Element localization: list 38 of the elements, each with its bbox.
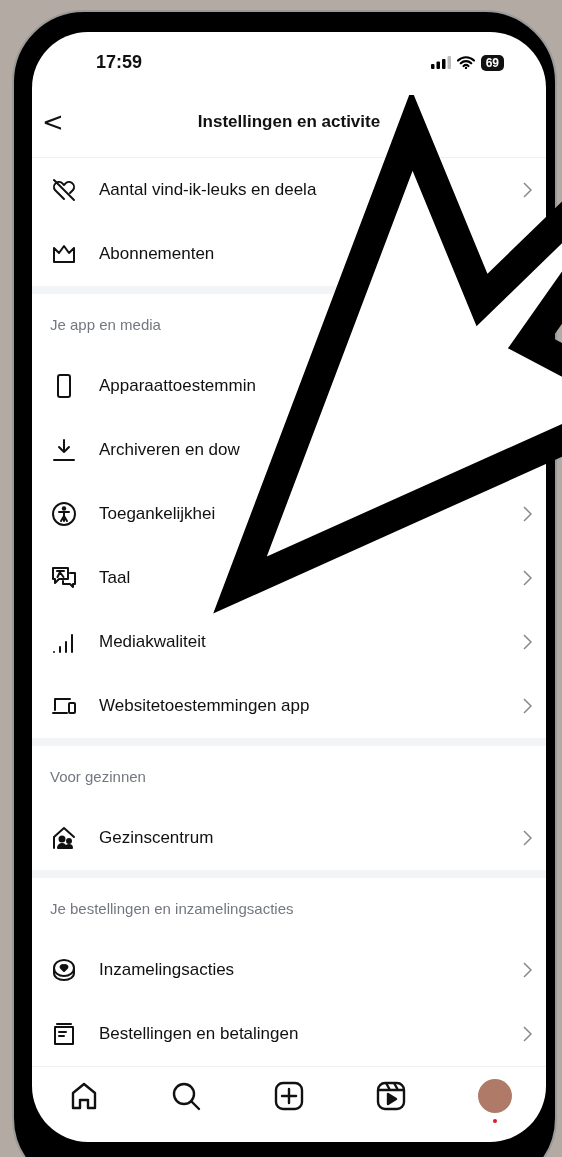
fundraiser-icon (50, 956, 78, 984)
add-post-icon[interactable] (273, 1081, 304, 1111)
back-button[interactable]: < (36, 107, 70, 137)
home-icon[interactable] (69, 1081, 99, 1111)
accessibility-icon (50, 500, 78, 528)
page-title: Instellingen en activite (197, 112, 381, 132)
settings-item[interactable]: Websitetoestemmingen app (99, 696, 310, 715)
chevron-right-icon (523, 182, 532, 198)
settings-item[interactable]: Apparaattoestemmin (99, 376, 256, 395)
battery-level: 69 (480, 54, 504, 71)
reels-icon[interactable] (375, 1081, 406, 1111)
settings-item[interactable]: Mediakwaliteit (99, 632, 206, 651)
chevron-right-icon (523, 962, 532, 978)
settings-item[interactable]: Taal (99, 568, 131, 587)
section-heading: Je app en media (50, 315, 161, 333)
settings-item[interactable]: Abonnementen (99, 244, 215, 263)
wifi-icon (456, 56, 475, 69)
chevron-right-icon (523, 570, 532, 586)
avatar[interactable] (478, 1079, 512, 1113)
settings-item[interactable]: Gezinscentrum (99, 828, 214, 847)
settings-item[interactable]: Inzamelingsacties (99, 960, 235, 979)
chevron-right-icon (523, 830, 532, 846)
settings-item[interactable]: Archiveren en dow (99, 440, 240, 459)
family-icon (50, 824, 78, 852)
settings-item[interactable]: Aantal vind-ik-leuks en deela (99, 180, 317, 199)
search-icon[interactable] (171, 1081, 202, 1111)
section-heading: Voor gezinnen (50, 767, 146, 785)
chevron-right-icon (523, 506, 532, 522)
download-icon (50, 436, 78, 464)
chevron-right-icon (523, 634, 532, 650)
chevron-right-icon (523, 698, 532, 714)
settings-item[interactable]: Toegankelijkhei (99, 504, 216, 523)
settings-item[interactable]: Bestellingen en betalingen (99, 1024, 299, 1043)
status-time: 17:59 (96, 52, 143, 73)
heart-off-icon (50, 176, 78, 204)
chevron-right-icon (523, 1026, 532, 1042)
section-heading: Je bestellingen en inzamelingsacties (50, 899, 294, 917)
signal-icon (430, 56, 451, 69)
